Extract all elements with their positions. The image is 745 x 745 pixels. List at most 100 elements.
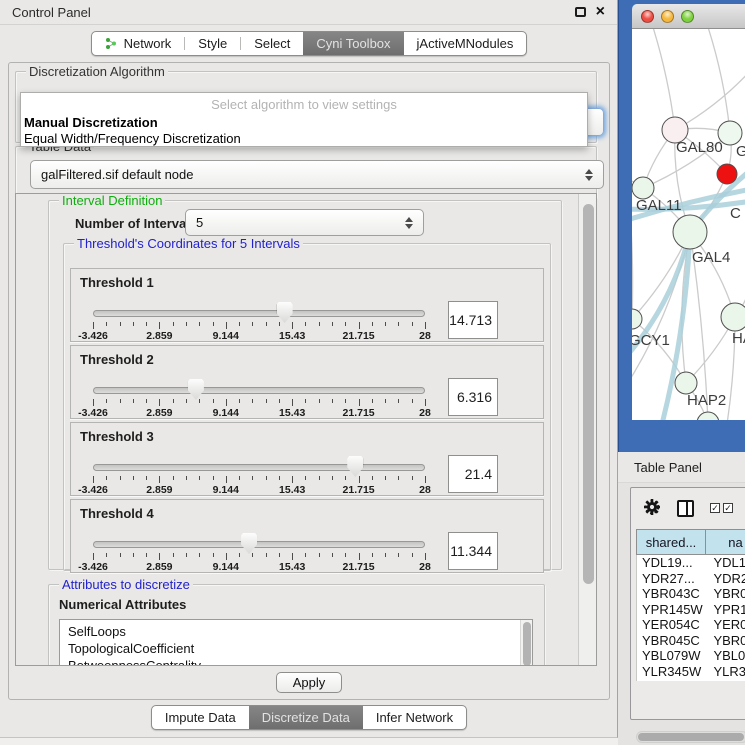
table-cell[interactable]: YBR045C: [637, 633, 706, 649]
attribute-list-item[interactable]: BetweennessCentrality: [68, 657, 532, 666]
table-cell[interactable]: YBL07: [706, 648, 745, 664]
slider-tick: [213, 322, 214, 326]
mac-zoom-button[interactable]: [681, 10, 694, 23]
attribute-list-item[interactable]: TopologicalCoefficient: [68, 640, 532, 657]
slider-track[interactable]: [93, 387, 425, 394]
list-scrollbar-thumb[interactable]: [523, 622, 531, 666]
threshold-value-field[interactable]: 6.316: [448, 378, 498, 416]
table-column-header[interactable]: shared...: [636, 529, 706, 555]
list-scrollbar[interactable]: [520, 620, 532, 666]
mac-minimize-button[interactable]: [661, 10, 674, 23]
slider-track[interactable]: [93, 310, 425, 317]
dropdown-option-equal-width-frequency[interactable]: Equal Width/Frequency Discretization: [21, 131, 587, 147]
table-row[interactable]: YDR27...YDR27: [637, 571, 745, 587]
tab-cyni-toolbox[interactable]: Cyni Toolbox: [303, 32, 403, 55]
checkbox-icon[interactable]: ✓: [723, 503, 733, 513]
slider-tick: [173, 553, 174, 557]
table-row[interactable]: YBL079WYBL07: [637, 648, 745, 664]
float-window-icon[interactable]: [575, 7, 586, 17]
slider-tick-label: -3.426: [78, 330, 108, 342]
slider-thumb[interactable]: [347, 456, 363, 477]
apply-button[interactable]: Apply: [276, 672, 342, 693]
slider-tick: [412, 553, 413, 557]
table-row[interactable]: YPR145WYPR14: [637, 602, 745, 618]
table-cell[interactable]: YIL052C: [637, 679, 706, 681]
table-cell[interactable]: YDL19: [706, 555, 745, 571]
threshold-value-field[interactable]: 21.4: [448, 455, 498, 493]
tab-label: Cyni Toolbox: [316, 36, 390, 51]
table-cell[interactable]: YBL079W: [637, 648, 706, 664]
table-row[interactable]: YIL052CYIL05: [637, 679, 745, 681]
network-canvas[interactable]: GAL80GACGAL11GAL4GCY1HAHAP2: [632, 29, 745, 420]
slider-thumb[interactable]: [241, 533, 257, 554]
table-cell[interactable]: YDR27: [706, 571, 745, 587]
slider-tick: [372, 476, 373, 480]
network-node[interactable]: [721, 303, 745, 331]
table-data-combo[interactable]: galFiltered.sif default node: [30, 160, 604, 189]
gear-icon[interactable]: [643, 498, 661, 519]
table-toolbar: ✓ ✓: [631, 490, 745, 526]
tab-network[interactable]: Network: [92, 32, 185, 55]
table-cell[interactable]: YBR043C: [637, 586, 706, 602]
numerical-attributes-list[interactable]: SelfLoopsTopologicalCoefficientBetweenne…: [59, 619, 533, 666]
tab-jactivemnodules[interactable]: jActiveMNodules: [404, 32, 527, 55]
table-row[interactable]: YBR045CYBR04: [637, 633, 745, 649]
network-edge[interactable]: [632, 179, 633, 319]
network-node[interactable]: [673, 215, 707, 249]
table-row[interactable]: YER054CYER05: [637, 617, 745, 633]
network-node[interactable]: [697, 412, 719, 420]
attribute-list-item[interactable]: SelfLoops: [68, 623, 532, 640]
tab-infer-network[interactable]: Infer Network: [363, 706, 466, 729]
slider-tick: [332, 476, 333, 480]
settings-scrollbar-thumb[interactable]: [583, 204, 594, 584]
network-edge[interactable]: [707, 29, 730, 133]
tab-impute-data[interactable]: Impute Data: [152, 706, 249, 729]
table-row[interactable]: YBR043CYBR04: [637, 586, 745, 602]
tab-label: Discretize Data: [262, 710, 350, 725]
slider-track[interactable]: [93, 464, 425, 471]
table-cell[interactable]: YDL19...: [637, 555, 706, 571]
number-of-intervals-combo[interactable]: 5: [185, 209, 424, 236]
dropdown-option-manual-discretization[interactable]: Manual Discretization: [21, 115, 587, 131]
table-cell[interactable]: YPR14: [706, 602, 745, 618]
network-window-titlebar[interactable]: [632, 4, 745, 29]
slider-tick: [133, 476, 134, 480]
table-column-header[interactable]: na: [706, 529, 745, 555]
tab-select[interactable]: Select: [241, 32, 303, 55]
settings-scrollbar[interactable]: [578, 194, 597, 665]
close-icon[interactable]: ×: [596, 5, 605, 19]
network-edge[interactable]: [652, 29, 675, 130]
network-node[interactable]: [675, 372, 697, 394]
network-node[interactable]: [717, 164, 737, 184]
table-cell[interactable]: YER05: [706, 617, 745, 633]
tab-discretize-data[interactable]: Discretize Data: [249, 706, 363, 729]
table-cell[interactable]: YDR27...: [637, 571, 706, 587]
table-cell[interactable]: YPR145W: [637, 602, 706, 618]
slider-thumb[interactable]: [188, 379, 204, 400]
table-cell[interactable]: YIL05: [706, 679, 745, 681]
slider-tick: [332, 399, 333, 403]
split-columns-icon[interactable]: [677, 500, 694, 517]
threshold-value-field[interactable]: 14.713: [448, 301, 498, 339]
table-cell[interactable]: YBR04: [706, 586, 745, 602]
checkbox-icon[interactable]: ✓: [710, 503, 720, 513]
table-row[interactable]: YDL19...YDL19: [637, 555, 745, 571]
table-scrollbar-thumb[interactable]: [638, 733, 744, 741]
mac-close-button[interactable]: [641, 10, 654, 23]
slider-thumb[interactable]: [277, 302, 293, 323]
network-view-window: GAL80GACGAL11GAL4GCY1HAHAP2: [618, 0, 745, 452]
table-cell[interactable]: YBR04: [706, 633, 745, 649]
table-cell[interactable]: YLR345W: [637, 664, 706, 680]
slider-track[interactable]: [93, 541, 425, 548]
slider-tick: [425, 322, 426, 329]
table-row[interactable]: YLR345WYLR34: [637, 664, 745, 680]
table-cell[interactable]: YLR34: [706, 664, 745, 680]
table-horizontal-scrollbar[interactable]: [636, 731, 745, 743]
network-node[interactable]: [632, 177, 654, 199]
network-edge[interactable]: [675, 69, 745, 130]
threshold-value-field[interactable]: 11.344: [448, 532, 498, 570]
table-cell[interactable]: YER054C: [637, 617, 706, 633]
tab-style[interactable]: Style: [185, 32, 240, 55]
tab-label: Network: [124, 36, 172, 51]
bottom-tab-group: Impute Data Discretize Data Infer Networ…: [151, 705, 467, 730]
